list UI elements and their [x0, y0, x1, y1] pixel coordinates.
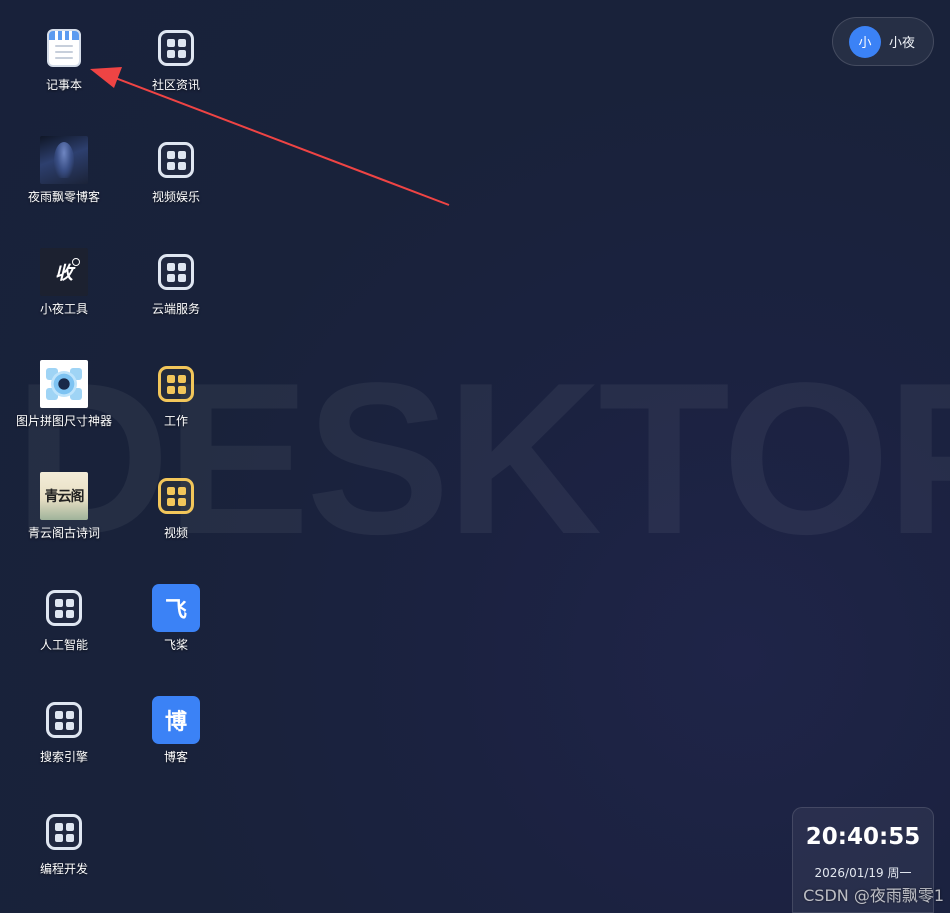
icon-label: 搜索引擎 — [39, 750, 88, 764]
programming-icon-box — [40, 808, 88, 856]
icon-label: 社区资讯 — [151, 78, 200, 92]
folder-grid-icon — [158, 478, 194, 514]
app-grid-icon — [46, 702, 82, 738]
ai-icon-box — [40, 584, 88, 632]
desktop-icon-ai[interactable]: 人工智能 — [12, 584, 116, 680]
video-entertainment-icon-box — [152, 136, 200, 184]
desktop-icon-grid: 记事本 夜雨飘零博客 收 小夜工具 图片拼图尺寸神器 青云阁 青云阁古诗词 人工… — [0, 0, 240, 913]
app-grid-icon — [158, 254, 194, 290]
icon-label: 云端服务 — [151, 302, 200, 316]
icon-label: 飞桨 — [163, 638, 188, 652]
blog-tile-icon-box: 博 — [152, 696, 200, 744]
user-name: 小夜 — [889, 36, 916, 51]
desktop-icon-blog[interactable]: 夜雨飘零博客 — [12, 136, 116, 232]
desktop-icon-video-entertainment[interactable]: 视频娱乐 — [124, 136, 228, 232]
avatar: 小 — [849, 25, 881, 58]
icon-label: 视频娱乐 — [151, 190, 200, 204]
icon-label: 小夜工具 — [39, 302, 88, 316]
desktop: DESKTOP 记事本 夜雨飘零博客 收 小夜工具 图片拼图尺寸神器 青云阁 青… — [0, 0, 950, 913]
icon-label: 记事本 — [45, 78, 82, 92]
feijiang-icon-box: 飞 — [152, 584, 200, 632]
desktop-icon-work-folder[interactable]: 工作 — [124, 360, 228, 456]
icon-label: 博客 — [163, 750, 188, 764]
user-badge[interactable]: 小 小夜 — [832, 17, 934, 66]
video-folder-icon-box — [152, 472, 200, 520]
folder-grid-icon — [158, 366, 194, 402]
app-grid-icon — [46, 814, 82, 850]
clock-time: 20:40:55 — [805, 824, 921, 850]
desktop-icon-notepad[interactable]: 记事本 — [12, 24, 116, 120]
cloud-services-icon-box — [152, 248, 200, 296]
icon-label: 图片拼图尺寸神器 — [15, 414, 112, 428]
icon-label: 工作 — [163, 414, 188, 428]
app-grid-icon — [158, 30, 194, 66]
poetry-icon-box: 青云阁 — [40, 472, 88, 520]
tools-glyph: 收 — [55, 263, 73, 284]
desktop-icon-image-puzzle[interactable]: 图片拼图尺寸神器 — [12, 360, 116, 456]
poetry-thumbnail-icon: 青云阁 — [40, 472, 88, 520]
feijiang-tile-icon: 飞 — [152, 584, 200, 632]
puzzle-icon-box — [40, 360, 88, 408]
icon-label: 青云阁古诗词 — [27, 526, 100, 540]
desktop-icon-programming[interactable]: 编程开发 — [12, 808, 116, 904]
tools-thumbnail-icon: 收 — [40, 248, 88, 296]
desktop-icon-video-folder[interactable]: 视频 — [124, 472, 228, 568]
tools-icon-box: 收 — [40, 248, 88, 296]
clock-date: 2026/01/19 周一 — [814, 866, 912, 880]
blog-tile-icon: 博 — [152, 696, 200, 744]
notepad-icon-box — [40, 24, 88, 72]
icon-label: 编程开发 — [39, 862, 88, 876]
desktop-icon-cloud-services[interactable]: 云端服务 — [124, 248, 228, 344]
puzzle-thumbnail-icon — [40, 360, 88, 408]
icon-label: 人工智能 — [39, 638, 88, 652]
credit-watermark: CSDN @夜雨飘零1 — [803, 886, 944, 905]
desktop-icon-poetry[interactable]: 青云阁 青云阁古诗词 — [12, 472, 116, 568]
poetry-thumbnail-text: 青云阁 — [44, 489, 85, 505]
blog-thumbnail-icon — [40, 136, 88, 184]
notepad-icon — [47, 29, 81, 67]
app-grid-icon — [46, 590, 82, 626]
app-grid-icon — [158, 142, 194, 178]
community-news-icon-box — [152, 24, 200, 72]
search-engine-icon-box — [40, 696, 88, 744]
desktop-icon-blog-tile[interactable]: 博 博客 — [124, 696, 228, 792]
desktop-icon-community-news[interactable]: 社区资讯 — [124, 24, 228, 120]
icon-label: 夜雨飘零博客 — [27, 190, 100, 204]
blog-icon-box — [40, 136, 88, 184]
desktop-icon-feijiang[interactable]: 飞 飞桨 — [124, 584, 228, 680]
icon-label: 视频 — [163, 526, 188, 540]
desktop-icon-search-engine[interactable]: 搜索引擎 — [12, 696, 116, 792]
work-folder-icon-box — [152, 360, 200, 408]
desktop-icon-xiaoye-tools[interactable]: 收 小夜工具 — [12, 248, 116, 344]
